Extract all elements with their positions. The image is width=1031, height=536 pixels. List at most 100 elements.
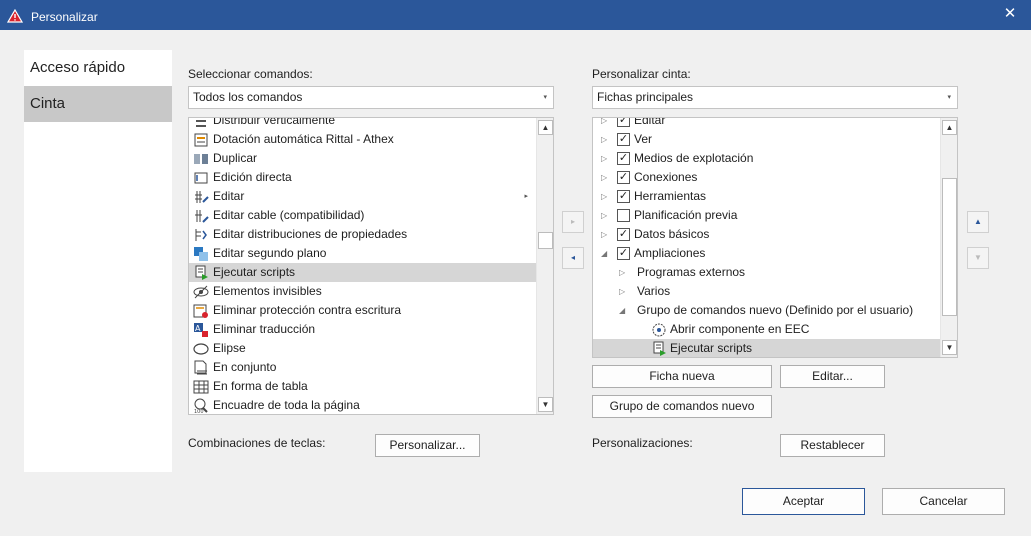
expand-arrow-icon[interactable]: ▷	[601, 149, 607, 168]
remove-from-ribbon-button[interactable]: ◂	[562, 247, 584, 269]
command-list-item[interactable]: Editar distribuciones de propiedades	[189, 225, 536, 244]
command-list-item[interactable]: En conjunto	[189, 358, 536, 377]
command-list-item[interactable]: Editar cable (compatibilidad)	[189, 206, 536, 225]
expand-arrow-icon[interactable]: ▷	[619, 263, 625, 282]
auto-fitting-icon	[193, 132, 209, 148]
command-list-item[interactable]: 100 Encuadre de toda la página	[189, 396, 536, 414]
expand-arrow-icon[interactable]: ▷	[601, 130, 607, 149]
edit-button[interactable]: Editar...	[780, 365, 885, 388]
edit-background-icon	[193, 246, 209, 262]
command-list-item[interactable]: Distribuir verticalmente	[189, 118, 536, 130]
new-tab-button[interactable]: Ficha nueva	[592, 365, 772, 388]
tab-checkbox[interactable]	[617, 209, 630, 222]
ribbon-scrollbar[interactable]: ▲ ▼	[940, 118, 957, 357]
command-label: Editar distribuciones de propiedades	[213, 227, 408, 241]
tab-checkbox[interactable]: ✓	[617, 190, 630, 203]
ribbon-item-label: Datos básicos	[634, 227, 710, 241]
reset-button[interactable]: Restablecer	[780, 434, 885, 457]
add-to-ribbon-button[interactable]: ▸	[562, 211, 584, 233]
commands-source-dropdown[interactable]: Todos los comandos ▾	[188, 86, 554, 109]
ribbon-tree-item[interactable]: ▷ ✓ Datos básicos	[593, 225, 940, 244]
nav-item-quick-access[interactable]: Acceso rápido	[24, 50, 172, 86]
scroll-down-button[interactable]: ▼	[942, 340, 957, 355]
cancel-button[interactable]: Cancelar	[882, 488, 1005, 515]
command-list-item[interactable]: Editar segundo plano	[189, 244, 536, 263]
ribbon-tree-item[interactable]: ▷ Planificación previa	[593, 206, 940, 225]
ellipse-icon	[193, 341, 209, 357]
ok-button[interactable]: Aceptar	[742, 488, 865, 515]
open-component-icon	[651, 322, 667, 338]
scroll-up-button[interactable]: ▲	[942, 120, 957, 135]
tab-checkbox[interactable]: ✓	[617, 133, 630, 146]
customizations-label: Personalizaciones:	[592, 436, 693, 450]
tab-checkbox[interactable]: ✓	[617, 118, 630, 127]
expand-arrow-icon[interactable]: ▷	[601, 187, 607, 206]
collapse-arrow-icon[interactable]: ◢	[619, 301, 625, 320]
command-label: Editar cable (compatibilidad)	[213, 208, 365, 222]
expand-arrow-icon[interactable]: ▷	[601, 225, 607, 244]
command-list-item[interactable]: Duplicar	[189, 149, 536, 168]
ribbon-tree-item[interactable]: ▷ ✓ Ver	[593, 130, 940, 149]
scrollbar-thumb[interactable]	[942, 178, 957, 316]
ribbon-tree-item[interactable]: ▷ ✓ Medios de explotación	[593, 149, 940, 168]
ribbon-tree-item[interactable]: ▷ ✓ Conexiones	[593, 168, 940, 187]
command-list-item[interactable]: Editar ▸	[189, 187, 536, 206]
ribbon-tree-item[interactable]: ▷ ✓ Editar	[593, 118, 940, 130]
move-down-button[interactable]: ▼	[967, 247, 989, 269]
tab-checkbox[interactable]: ✓	[617, 152, 630, 165]
customize-shortcuts-button[interactable]: Personalizar...	[375, 434, 480, 457]
scroll-up-button[interactable]: ▲	[538, 120, 553, 135]
expand-arrow-icon[interactable]: ▷	[601, 206, 607, 225]
command-list-item[interactable]: Eliminar protección contra escritura	[189, 301, 536, 320]
chevron-down-icon: ▾	[543, 94, 547, 101]
command-label: En forma de tabla	[213, 379, 308, 393]
customize-ribbon-label: Personalizar cinta:	[592, 67, 691, 81]
ribbon-tree-item[interactable]: Abrir componente en EEC	[593, 320, 940, 339]
ribbon-item-label: Planificación previa	[634, 208, 738, 222]
command-list-item[interactable]: En forma de tabla	[189, 377, 536, 396]
expand-arrow-icon[interactable]: ▷	[601, 118, 607, 130]
command-label: Editar segundo plano	[213, 246, 327, 260]
command-label: Duplicar	[213, 151, 258, 165]
invisible-elements-icon	[193, 284, 209, 300]
collapse-arrow-icon[interactable]: ◢	[601, 244, 607, 263]
command-label: Dotación automática Rittal - Athex	[213, 132, 394, 146]
ribbon-tree-item[interactable]: ◢ Grupo de comandos nuevo (Definido por e…	[593, 301, 940, 320]
fit-page-icon: 100	[193, 398, 209, 414]
command-label: Edición directa	[213, 170, 292, 184]
left-navigation: Acceso rápido Cinta	[24, 50, 172, 472]
ribbon-item-label: Ver	[634, 132, 653, 146]
command-list-item[interactable]: Elementos invisibles	[189, 282, 536, 301]
tab-checkbox[interactable]: ✓	[617, 228, 630, 241]
chevron-down-icon: ▾	[947, 94, 951, 101]
ribbon-item-label: Abrir componente en EEC	[670, 322, 810, 336]
ribbon-tree-item[interactable]: ◢ ✓ Ampliaciones	[593, 244, 940, 263]
distribute-vertical-icon	[193, 118, 209, 129]
command-list-item[interactable]: Ejecutar scripts	[189, 263, 536, 282]
command-list-item[interactable]: Elipse	[189, 339, 536, 358]
ribbon-tree-item[interactable]: ▷ ✓ Herramientas	[593, 187, 940, 206]
ribbon-item-label: Medios de explotación	[634, 151, 754, 165]
commands-source-value: Todos los comandos	[193, 90, 303, 104]
command-list-item[interactable]: A Eliminar traducción	[189, 320, 536, 339]
ribbon-tree-item[interactable]: Ejecutar scripts	[593, 339, 940, 357]
edit-cable-icon	[193, 208, 209, 224]
scroll-down-button[interactable]: ▼	[538, 397, 553, 412]
command-list-item[interactable]: Dotación automática Rittal - Athex	[189, 130, 536, 149]
tab-checkbox[interactable]: ✓	[617, 171, 630, 184]
window-title: Personalizar	[31, 10, 98, 24]
move-up-button[interactable]: ▲	[967, 211, 989, 233]
command-list-item[interactable]: Edición directa	[189, 168, 536, 187]
ribbon-tree-item[interactable]: ▷ Varios	[593, 282, 940, 301]
expand-arrow-icon[interactable]: ▷	[601, 168, 607, 187]
close-icon[interactable]: ✕	[1001, 4, 1019, 24]
expand-arrow-icon[interactable]: ▷	[619, 282, 625, 301]
ribbon-tabs-dropdown[interactable]: Fichas principales ▾	[592, 86, 958, 109]
ribbon-item-label: Programas externos	[637, 265, 746, 279]
commands-scrollbar[interactable]: ▲ ▼	[536, 118, 553, 414]
scrollbar-thumb[interactable]	[538, 232, 553, 249]
ribbon-tree-item[interactable]: ▷ Programas externos	[593, 263, 940, 282]
tab-checkbox[interactable]: ✓	[617, 247, 630, 260]
nav-item-ribbon[interactable]: Cinta	[24, 86, 172, 122]
new-group-button[interactable]: Grupo de comandos nuevo	[592, 395, 772, 418]
